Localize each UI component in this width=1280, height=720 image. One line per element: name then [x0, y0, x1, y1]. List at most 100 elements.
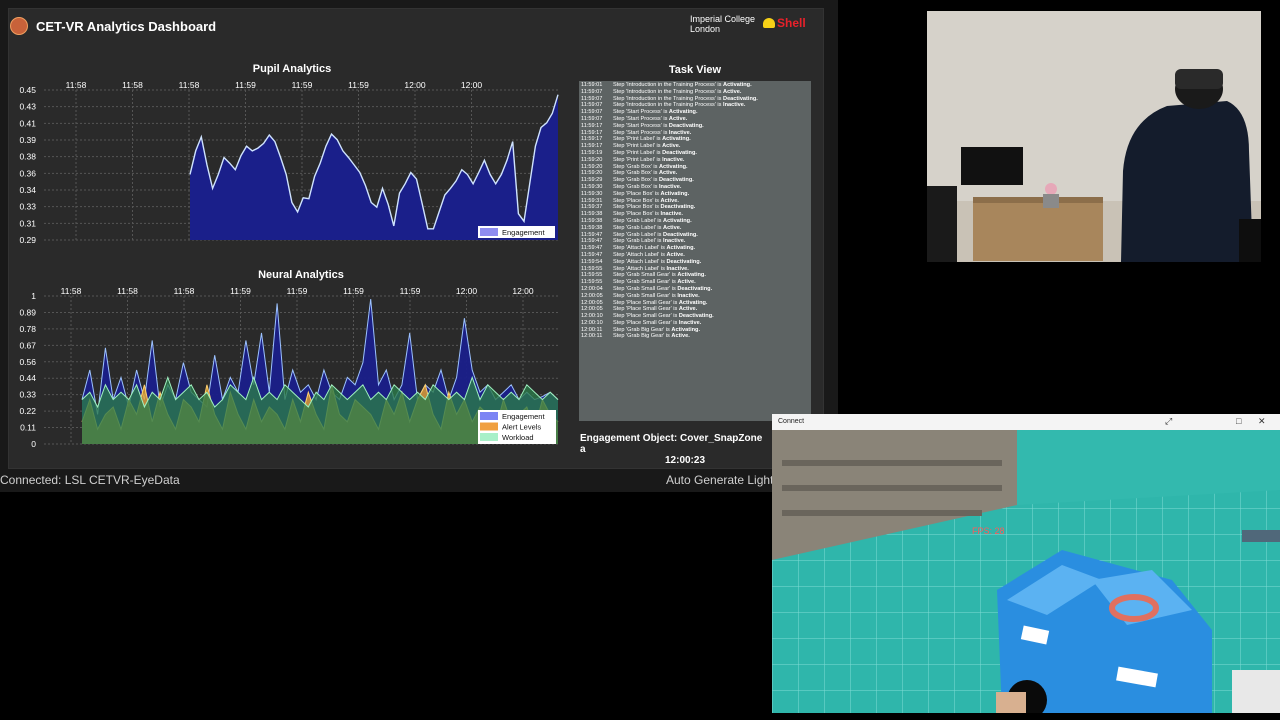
pupil-x-tick: 11:59 [235, 80, 256, 90]
task-log-text: Step 'Grab Box' is [613, 177, 659, 184]
task-log-entry: 11:59:19 Step 'Print Label' is Deactivati… [581, 150, 809, 157]
maximize-icon[interactable]: □ [1236, 416, 1241, 426]
task-log-text: Step 'Introduction in the Training Proce… [613, 95, 724, 102]
task-log-state: Inactive. [660, 211, 683, 218]
task-log-state: Inactive. [666, 265, 689, 272]
neural-legend-label: Workload [502, 433, 534, 442]
neural-y-tick: 1 [31, 291, 36, 301]
task-log-text: Step 'Print Label' is [613, 149, 663, 156]
task-log-text: Step 'Grab Box' is [613, 170, 659, 177]
task-log-entry: 11:59:17 Step 'Print Label' is Active. [581, 143, 809, 150]
pupil-x-tick: 11:59 [292, 80, 313, 90]
neural-analytics-chart: 1 0.89 0.78 0.67 0.56 0.44 0.33 0.22 0.11 0 11:58 1… [19, 286, 559, 449]
close-icon[interactable]: ✕ [1258, 416, 1266, 427]
task-log-state: Inactive. [678, 319, 702, 326]
task-view-panel[interactable]: 11:59:01 Step 'Introduction in the Traini… [579, 81, 811, 421]
connect-title-bar[interactable]: Connect ⤢ □ ✕ [772, 414, 1280, 431]
neural-chart-title: Neural Analytics [258, 269, 344, 281]
task-log-time: 11:59:30 [581, 190, 603, 197]
task-log-text: Step 'Place Box' is [613, 190, 661, 197]
task-log-entry: 11:59:07 Step 'Start Process' is Activati… [581, 109, 809, 116]
task-log-entry: 11:59:07 Step 'Start Process' is Active. [581, 116, 809, 123]
task-log-time: 12:00:10 [581, 313, 603, 320]
vr-scene-view[interactable]: FPS: 28 [772, 430, 1280, 713]
task-log-time: 11:59:19 [581, 149, 603, 156]
brand-line-2: London [690, 24, 721, 34]
task-view-title: Task View [668, 64, 722, 76]
pupil-analytics-chart: 0.45 0.43 0.41 0.39 0.38 0.36 0.34 0.33 0.31 0.29… [19, 80, 559, 245]
neural-x-tick: 12:00 [456, 286, 478, 296]
task-log-text: Step 'Start Process' is [613, 109, 669, 116]
task-log-time: 11:59:38 [581, 224, 603, 231]
task-log-state: Deactivating. [666, 258, 702, 265]
task-log-state: Active. [671, 333, 690, 340]
task-log-state: Deactivating. [677, 285, 713, 292]
task-log-list: 11:59:01 Step 'Introduction in the Traini… [579, 81, 811, 341]
task-log-state: Active. [677, 279, 696, 286]
task-log-text: Step 'Start Process' is [613, 129, 669, 136]
task-log-entry: 12:00:05 Step 'Place Small Gear' is Activ… [581, 300, 809, 307]
pupil-y-tick: 0.43 [19, 102, 36, 112]
task-log-text: Step 'Place Box' is [613, 204, 661, 211]
task-log-entry: 11:59:20 Step 'Grab Box' is Activating. [581, 164, 809, 171]
task-log-entry: 11:59:38 Step 'Grab Label' is Activating. [581, 218, 809, 225]
task-log-state: Activating. [668, 109, 698, 116]
task-log-time: 11:59:29 [581, 177, 603, 184]
shell-logo-text: Shell [777, 16, 806, 30]
task-log-state: Activating. [666, 245, 696, 252]
task-log-entry: 11:59:55 Step 'Grab Small Gear' is Active… [581, 279, 809, 286]
task-log-state: Activating. [662, 136, 691, 143]
task-log-time: 11:59:17 [581, 143, 603, 150]
task-log-time: 11:59:07 [581, 109, 603, 116]
task-log-state: Deactivating. [658, 177, 694, 184]
task-log-state: Activating. [723, 82, 752, 88]
neural-x-tick: 11:59 [230, 286, 251, 296]
webcam-video-feed [927, 11, 1261, 262]
task-log-entry: 11:59:17 Step 'Start Process' is Deactiva… [581, 123, 809, 130]
task-log-entry: 11:59:31 Step 'Place Box' is Active. [581, 198, 809, 205]
task-log-time: 11:59:07 [581, 88, 603, 95]
task-log-entry: 11:59:30 Step 'Place Box' is Activating. [581, 191, 809, 198]
task-log-entry: 11:59:55 Step 'Attach Label' is Inactive. [581, 266, 809, 273]
task-log-entry: 11:59:17 Step 'Start Process' is Inactive… [581, 130, 809, 137]
task-log-state: Active. [723, 88, 742, 95]
task-log-entry: 12:00:04 Step 'Grab Small Gear' is Deacti… [581, 286, 809, 293]
task-log-time: 12:00:11 [581, 326, 603, 333]
task-log-time: 11:59:55 [581, 265, 603, 272]
task-log-text: Step 'Print Label' is [613, 156, 663, 163]
neural-y-tick: 0.78 [19, 324, 36, 334]
task-log-time: 11:59:38 [581, 217, 603, 224]
task-log-state: Inactive. [668, 129, 692, 136]
vr-connect-window[interactable]: Connect ⤢ □ ✕ FPS: 28 [772, 414, 1280, 713]
expand-icon[interactable]: ⤢ [1165, 416, 1172, 427]
task-log-text: Step 'Grab Small Gear' is [613, 272, 678, 279]
pupil-y-tick: 0.36 [19, 168, 36, 178]
task-log-text: Step 'Grab Label' is [613, 238, 664, 245]
task-log-entry: 11:59:07 Step 'Introduction in the Traini… [581, 89, 809, 96]
task-log-time: 11:59:55 [581, 272, 603, 279]
task-log-entry: 11:59:20 Step 'Grab Box' is Active. [581, 170, 809, 177]
task-log-text: Step 'Grab Box' is [613, 163, 659, 170]
task-log-text: Step 'Place Small Gear' is [613, 299, 679, 306]
task-log-time: 11:59:07 [581, 95, 603, 102]
task-log-state: Activating. [658, 163, 688, 170]
neural-x-tick: 11:58 [117, 286, 138, 296]
task-log-state: Deactivating. [678, 313, 714, 320]
task-log-entry: 12:00:11 Step 'Grab Big Gear' is Active. [581, 333, 809, 340]
connection-status: Connected: LSL CETVR-EyeData [0, 473, 180, 487]
webcam-scene-image [927, 11, 1261, 262]
pupil-y-tick: 0.45 [19, 85, 36, 95]
task-log-state: Deactivating. [660, 204, 696, 211]
pupil-y-tick: 0.41 [19, 118, 36, 128]
pupil-x-tick: 12:00 [404, 80, 426, 90]
task-log-state: Activating. [663, 217, 692, 224]
task-log-state: Deactivating. [723, 95, 758, 102]
auto-generate-light-status: Auto Generate Light [666, 473, 774, 487]
engagement-object-readout: Engagement Object: Cover_SnapZone a 12:0… [580, 433, 770, 466]
task-log-entry: 12:00:10 Step 'Place Small Gear' is Inact… [581, 320, 809, 327]
task-log-text: Step 'Place Small Gear' is [613, 313, 679, 320]
task-log-time: 11:59:47 [581, 238, 603, 245]
task-log-text: Step 'Grab Big Gear' is [613, 326, 672, 333]
dashboard-header: CET-VR Analytics Dashboard [10, 14, 216, 38]
neural-legend-swatch [480, 433, 498, 441]
